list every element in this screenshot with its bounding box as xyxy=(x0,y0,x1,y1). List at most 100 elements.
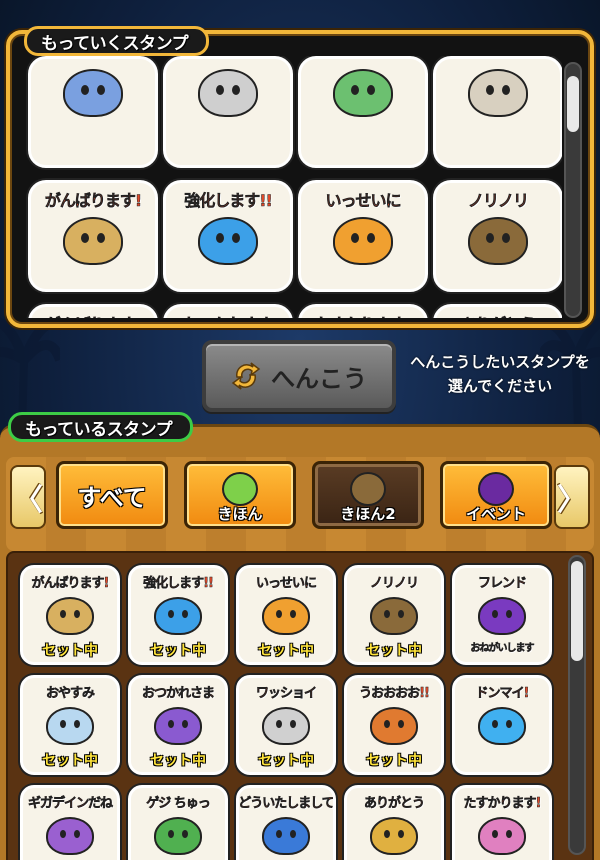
stamp-item[interactable]: どういたしまして xyxy=(236,785,336,860)
swap-icon xyxy=(231,362,261,390)
category-tab-event[interactable]: イベント xyxy=(440,461,552,529)
stamp-character xyxy=(63,69,123,117)
stamp-character xyxy=(46,817,94,855)
category-tab-all[interactable]: すべて xyxy=(56,461,168,529)
stamp-character xyxy=(154,817,202,855)
category-thumbnail xyxy=(222,472,258,506)
carried-stamps-scrollbar[interactable] xyxy=(564,62,582,318)
change-button-label: へんこう xyxy=(271,364,367,393)
stamp-item[interactable]: ワッショイ セット中 xyxy=(236,675,336,775)
stamp-subcaption: おねがいします xyxy=(470,643,535,655)
owned-stamps-scrollbar[interactable] xyxy=(568,555,586,855)
stamp-item[interactable]: いっせいに セット中 xyxy=(236,565,336,665)
stamp-caption: がんばります! xyxy=(44,191,143,211)
stamp-character xyxy=(154,597,202,635)
category-label: すべて xyxy=(77,483,147,512)
stamp-caption: ドンマイ! xyxy=(475,686,529,702)
stamp-caption: ギガデインだね xyxy=(27,796,114,812)
stamp-caption: 強化します!! xyxy=(184,191,273,211)
scrollbar-thumb[interactable] xyxy=(571,561,583,661)
stamp-item[interactable]: フレンド おねがいします xyxy=(452,565,552,665)
category-label: イベント xyxy=(465,505,526,523)
owned-stamps-panel: 〈 すべて きほん きほん2 イベント 〉 がんばります! セット中 強化します!!… xyxy=(0,424,600,860)
stamp-caption: うおおおお!! xyxy=(359,686,430,702)
scrollbar-thumb[interactable] xyxy=(567,76,579,132)
in-set-badge: セット中 xyxy=(42,753,98,769)
in-set-badge: セット中 xyxy=(150,753,206,769)
in-set-badge: セット中 xyxy=(366,643,422,659)
stamp-character xyxy=(46,597,94,635)
stamp-item[interactable]: たすかります! xyxy=(452,785,552,860)
stamp-item[interactable]: ありがとう xyxy=(344,785,444,860)
stamp-character xyxy=(478,817,526,855)
stamp-caption: いっせいに xyxy=(325,191,402,211)
stamp-caption: おやすみ xyxy=(45,686,96,702)
stamp-caption: ワッショイ xyxy=(255,686,318,702)
stamp-item[interactable]: おやすみ セット中 xyxy=(20,675,120,775)
stamp-item[interactable]: うおおおお!! セット中 xyxy=(344,675,444,775)
stamp-item[interactable]: たすかります! xyxy=(298,304,428,318)
stamp-item[interactable]: おつかれさま セット中 xyxy=(128,675,228,775)
category-label: きほん2 xyxy=(340,505,396,523)
stamp-character xyxy=(198,69,258,117)
stamp-item[interactable] xyxy=(163,56,293,168)
stamp-character xyxy=(370,707,418,745)
stamp-character xyxy=(198,217,258,265)
stamp-character xyxy=(154,707,202,745)
owned-stamps-area: がんばります! セット中 強化します!! セット中 いっせいに セット中 ノリノリ セット中フ… xyxy=(6,551,594,860)
category-left-arrow[interactable]: 〈 xyxy=(10,465,46,529)
carried-stamps-title: もっていくスタンプ xyxy=(24,26,210,56)
stamp-item[interactable]: ノリノリ セット中 xyxy=(344,565,444,665)
stamp-character xyxy=(46,707,94,745)
stamp-item[interactable]: ギガデインだね xyxy=(20,785,120,860)
category-thumbnail xyxy=(478,472,514,506)
stamp-caption: たすかります! xyxy=(463,796,541,812)
stamp-caption: ゲジ ちゅっ xyxy=(146,796,211,812)
stamp-caption: 強化します!! xyxy=(143,576,214,592)
change-button[interactable]: へんこう xyxy=(202,340,396,412)
stamp-character xyxy=(333,69,393,117)
stamp-item[interactable]: 強化します!! xyxy=(163,180,293,292)
stamp-item[interactable]: おつかれさま xyxy=(163,304,293,318)
stamp-item[interactable]: がんばります! xyxy=(28,180,158,292)
stamp-item[interactable] xyxy=(28,56,158,168)
stamp-character xyxy=(63,217,123,265)
stamp-caption: どういたしまして xyxy=(238,796,334,812)
stamp-item[interactable]: いっせいに xyxy=(298,180,428,292)
stamp-item[interactable] xyxy=(433,56,562,168)
stamp-character xyxy=(370,817,418,855)
carried-stamps-panel: がんばります!強化します!!いっせいにノリノリがんばります!おつかれさまたすかり… xyxy=(6,30,594,328)
stamp-character xyxy=(262,817,310,855)
category-tab-basic[interactable]: きほん xyxy=(184,461,296,529)
stamp-caption: がんばります! xyxy=(45,311,143,318)
stamp-item[interactable] xyxy=(298,56,428,168)
stamp-character xyxy=(478,707,526,745)
in-set-badge: セット中 xyxy=(42,643,98,659)
category-thumbnail xyxy=(350,472,386,506)
stamp-item[interactable]: 強化します!! セット中 xyxy=(128,565,228,665)
stamp-character xyxy=(468,217,528,265)
owned-stamps-title: もっているスタンプ xyxy=(8,412,194,442)
stamp-item[interactable]: ドンマイ! xyxy=(452,675,552,775)
change-hint-text: へんこうしたいスタンプを 選んでください xyxy=(402,350,598,398)
stamp-character xyxy=(468,69,528,117)
stamp-item[interactable]: ゲジ ちゅっ xyxy=(128,785,228,860)
in-set-badge: セット中 xyxy=(258,753,314,769)
stamp-caption: おつかれさま xyxy=(141,686,216,702)
stamp-caption: がんばります! xyxy=(31,576,109,592)
stamp-item[interactable]: ノリノリ xyxy=(433,180,562,292)
in-set-badge: セット中 xyxy=(366,753,422,769)
stamp-character xyxy=(370,597,418,635)
category-tab-basic2[interactable]: きほん2 xyxy=(312,461,424,529)
stamp-item[interactable]: ありがとう xyxy=(433,304,562,318)
change-hint-line2: 選んでください xyxy=(447,377,553,395)
stamp-caption: ノリノリ xyxy=(467,191,530,211)
chevron-left-icon: 〈 xyxy=(13,483,43,518)
in-set-badge: セット中 xyxy=(150,643,206,659)
category-right-arrow[interactable]: 〉 xyxy=(554,465,590,529)
stamp-caption: ありがとう xyxy=(460,311,537,318)
stamp-item[interactable]: がんばります! xyxy=(28,304,158,318)
owned-stamps-grid: がんばります! セット中 強化します!! セット中 いっせいに セット中 ノリノリ セット中フ… xyxy=(20,565,564,860)
stamp-caption: ノリノリ xyxy=(369,576,420,592)
stamp-item[interactable]: がんばります! セット中 xyxy=(20,565,120,665)
